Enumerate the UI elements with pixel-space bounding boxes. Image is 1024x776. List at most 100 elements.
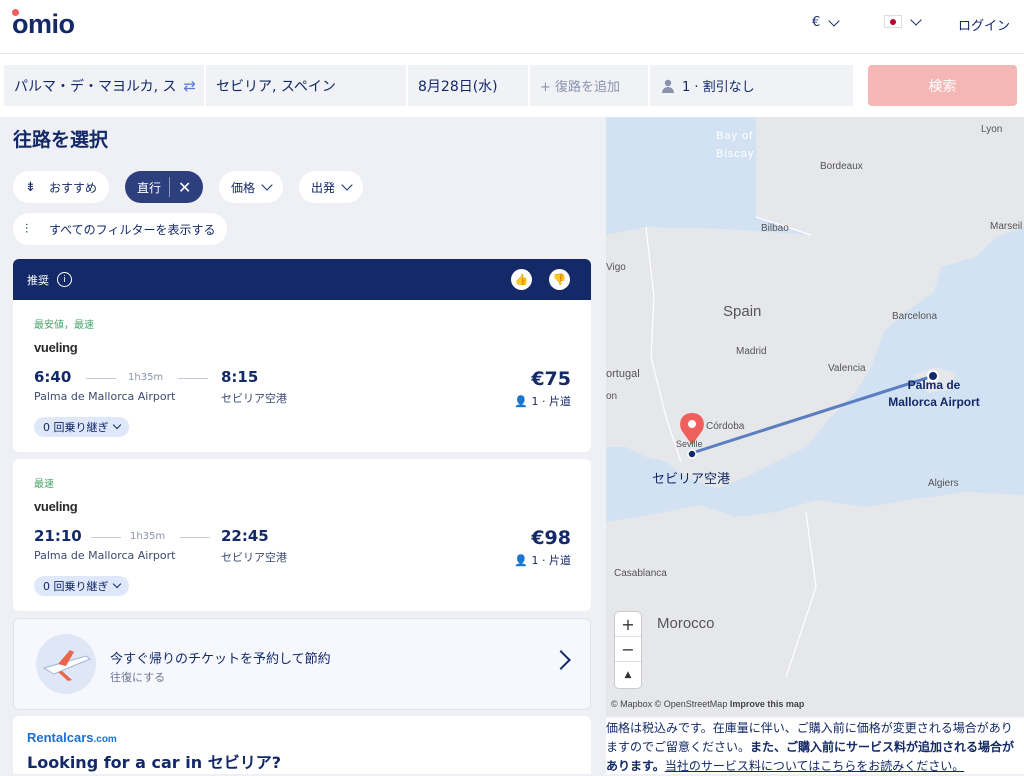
passenger-info-text: 1 · 片道 — [531, 554, 572, 567]
sort-icon: ⇟ — [25, 179, 36, 195]
map-label-morocco: Morocco — [657, 615, 715, 632]
price-filter-label: 価格 — [231, 180, 256, 195]
map-label-bay: Bay of Biscay — [716, 130, 755, 160]
promo-title: 今すぐ帰りのチケットを予約して節約 — [110, 652, 331, 667]
arrival-airport: セビリア空港 — [221, 392, 287, 405]
departure-filter-label: 出発 — [311, 180, 336, 195]
stops-label: 0 回乗り継ぎ — [43, 580, 109, 593]
sort-label: おすすめ — [49, 180, 98, 195]
search-button[interactable]: 検索 — [868, 65, 1017, 106]
sort-recommended-chip[interactable]: ⇟ おすすめ — [13, 171, 110, 203]
recommended-label: 推奨 — [27, 273, 49, 287]
duration-line — [91, 537, 121, 538]
currency-selector[interactable]: € — [812, 14, 840, 30]
map-label-valencia: Valencia — [828, 363, 866, 374]
stops-toggle[interactable]: 0 回乗り継ぎ — [34, 576, 129, 596]
service-fee-link[interactable]: 当社のサービス料についてはこちらをお読みください。 — [665, 759, 964, 773]
rentalcars-card[interactable]: Rentalcars.com Looking for a car in セビリア… — [13, 716, 591, 774]
duration-line — [86, 378, 116, 379]
japan-flag-icon — [884, 15, 902, 28]
map-label-spain: Spain — [723, 303, 762, 320]
chip-divider — [169, 177, 171, 197]
map-attribution: © Mapbox © OpenStreetMap Improve this ma… — [611, 699, 804, 709]
map-label-lyon: Lyon — [981, 124, 1003, 135]
price-filter-chip[interactable]: 価格 — [219, 171, 284, 203]
map-zoom-controls: + − ▲ — [615, 612, 641, 688]
direct-label: 直行 — [137, 180, 162, 195]
login-link[interactable]: ログイン — [958, 15, 1010, 34]
map-label-cordoba: Córdoba — [706, 421, 745, 432]
swap-icon[interactable]: ⇄ — [183, 77, 196, 95]
results-panel: 往路を選択 ⇟ おすすめ 直行 ✕ 価格 出発 ⫶ すべてのフィルターを表示する… — [0, 117, 604, 774]
map-label-seville: Seville — [676, 439, 703, 449]
map-label-bilbao: Bilbao — [761, 223, 789, 234]
improve-map-link[interactable]: Improve this map — [730, 699, 805, 709]
duration: 1h35m — [128, 372, 164, 383]
person-icon: 👤 — [514, 395, 532, 408]
result-card-1[interactable]: 最安値，最速 vueling 6:40 1h35m 8:15 Palma de … — [13, 300, 591, 452]
omio-logo[interactable]: omio — [12, 9, 75, 40]
passenger-info: 👤 1 · 片道 — [514, 393, 571, 409]
return-date-field[interactable]: + 復路を追加 — [530, 65, 648, 106]
departure-filter-chip[interactable]: 出発 — [299, 171, 364, 203]
date-field[interactable]: 8月28日(水) — [408, 65, 528, 106]
stops-label: 0 回乗り継ぎ — [43, 421, 109, 434]
arrival-time: 8:15 — [221, 368, 259, 386]
origin-airport-label: Palma de Mallorca Airport — [888, 378, 980, 409]
page-title: 往路を選択 — [13, 129, 109, 151]
compass-button[interactable]: ▲ — [615, 662, 641, 687]
chevron-down-icon — [910, 13, 922, 26]
close-icon[interactable]: ✕ — [178, 178, 191, 197]
price: €98 — [531, 527, 571, 549]
destination-field[interactable]: セビリア, スペイン — [206, 65, 406, 106]
stops-toggle[interactable]: 0 回乗り継ぎ — [34, 417, 129, 437]
person-icon — [662, 79, 674, 93]
chevron-down-icon — [261, 179, 273, 191]
chevron-down-icon — [112, 420, 121, 430]
attribution-text: © Mapbox © OpenStreetMap — [611, 699, 728, 709]
price-disclaimer: 価格は税込みです。在庫量に伴い、ご購入前に価格が変更される場合がありますのでご留… — [606, 718, 1024, 774]
person-icon: 👤 — [514, 554, 532, 567]
map-label-barcelona: Barcelona — [892, 311, 938, 322]
passenger-value: 1 · 割引なし — [682, 80, 755, 95]
info-icon[interactable]: i — [57, 272, 72, 287]
chevron-down-icon — [828, 14, 840, 27]
thumbs-up-icon[interactable]: 👍 — [511, 269, 532, 290]
chevron-right-icon — [551, 650, 571, 670]
all-filters-chip[interactable]: ⫶ すべてのフィルターを表示する — [13, 213, 228, 245]
top-bar: omio € ログイン — [0, 0, 1024, 54]
map-label-marseille: Marseil — [990, 221, 1023, 232]
airplane-icon — [36, 634, 96, 694]
arrival-time: 22:45 — [221, 527, 269, 545]
destination-value: セビリア, スペイン — [216, 78, 336, 95]
all-filters-label: すべてのフィルターを表示する — [49, 222, 216, 237]
passenger-field[interactable]: 1 · 割引なし — [650, 65, 853, 106]
departure-time: 6:40 — [34, 368, 72, 386]
direct-filter-chip[interactable]: 直行 ✕ — [125, 171, 204, 203]
route-map[interactable]: Bay of Biscay Lyon Bordeaux Bilbao Marse… — [606, 117, 1024, 716]
departure-airport: Palma de Mallorca Airport — [34, 549, 176, 562]
airline-logo: vueling — [34, 340, 78, 355]
airline-logo: vueling — [34, 499, 78, 514]
map-label-portugal: ortugal — [606, 368, 640, 380]
duration-line — [180, 537, 210, 538]
return-placeholder: + 復路を追加 — [540, 80, 621, 95]
result-card-2[interactable]: 最速 vueling 21:10 1h35m 22:45 Palma de Ma… — [13, 459, 591, 611]
zoom-in-button[interactable]: + — [615, 612, 641, 637]
map-label-vigo: Vigo — [606, 262, 626, 273]
result-tag: 最速 — [34, 479, 54, 490]
zoom-out-button[interactable]: − — [615, 637, 641, 662]
thumbs-down-icon[interactable]: 👎 — [549, 269, 570, 290]
origin-field[interactable]: パルマ・デ・マヨルカ, ス ⇄ — [4, 65, 204, 106]
price: €75 — [531, 368, 571, 390]
date-value: 8月28日(水) — [418, 78, 498, 95]
departure-airport: Palma de Mallorca Airport — [34, 390, 176, 403]
language-selector[interactable] — [884, 13, 922, 28]
promo-subtitle: 往復にする — [110, 671, 166, 684]
rentalcars-logo: Rentalcars.com — [27, 730, 117, 745]
return-ticket-promo[interactable]: 今すぐ帰りのチケットを予約して節約 往復にする — [13, 618, 591, 710]
map-label-algiers: Algiers — [928, 478, 959, 489]
origin-value: パルマ・デ・マヨルカ, ス — [14, 78, 177, 95]
map-label-bordeaux: Bordeaux — [820, 161, 863, 172]
rentalcars-logo-suffix: .com — [93, 734, 117, 745]
